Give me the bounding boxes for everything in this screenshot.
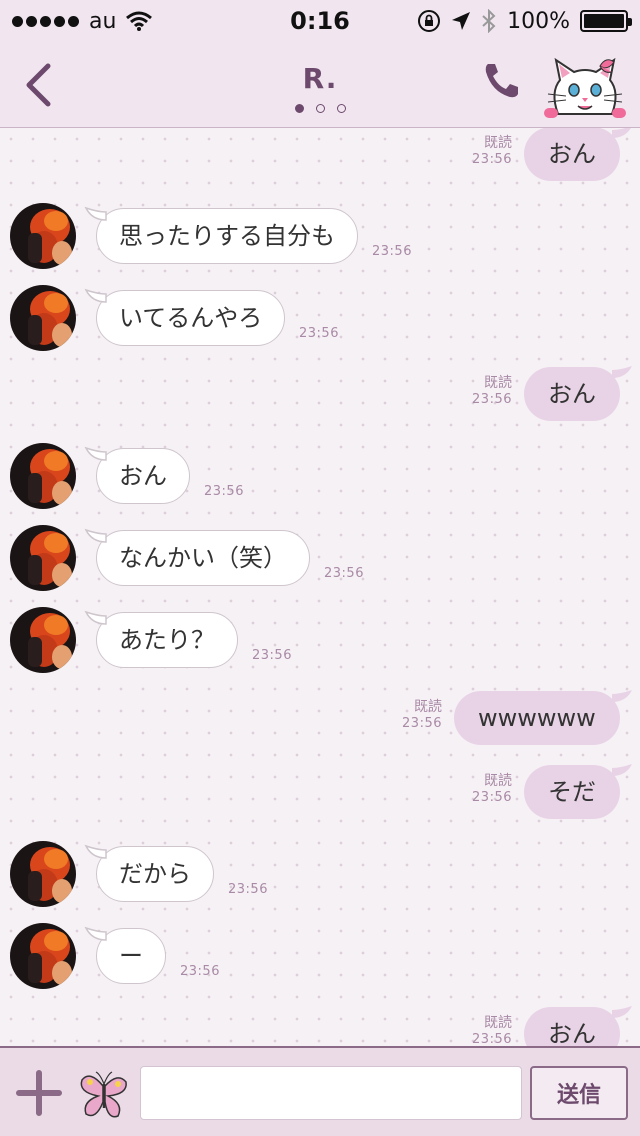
message-time: 23:56 [472,790,512,805]
bubble-tail [612,690,632,702]
bubble-tail [612,366,632,378]
avatar-image [10,841,76,907]
bubble-tail [84,528,107,543]
carrier-label: au [89,8,117,34]
bubble-tail [612,128,631,138]
avatar-image [10,607,76,673]
send-button[interactable]: 送信 [530,1066,628,1120]
avatar-image [10,443,76,509]
page-dot [315,104,325,113]
message-bubble[interactable]: いてるんやろ [96,290,286,346]
bubble-tail [612,764,632,776]
message-bubble[interactable]: そだ [524,765,620,819]
page-dot [294,104,304,113]
input-bar: 送信 [0,1046,640,1136]
bubble-tail [84,206,107,221]
chat-area[interactable]: おん 既読 23:56 思ったりする自分も 23:56 いてるんやろ 23:56 おん 既読 23… [0,128,640,1046]
chat-header: R. [0,42,640,128]
message-time: 23:56 [252,648,292,663]
message-bubble[interactable]: なんかい（笑） [96,530,310,586]
sticker-button[interactable] [76,1068,130,1122]
contact-avatar[interactable] [10,525,76,591]
avatar-image [10,923,76,989]
wifi-icon [126,11,153,31]
page-dot [336,104,346,113]
status-bar: au 0:16 100% [0,0,640,42]
cat-sticker-icon [544,57,626,118]
read-receipt: 既読 [414,699,442,715]
read-receipt: 既読 [484,135,512,151]
read-receipt: 既読 [484,375,512,391]
message-bubble[interactable]: おん [524,367,620,421]
contact-avatar[interactable] [10,841,76,907]
location-icon [452,12,471,30]
bubble-tail [84,844,107,859]
contact-avatar[interactable] [10,203,76,269]
bubble-tail [84,926,107,941]
message-time: 23:56 [204,484,244,499]
message-time: 23:56 [402,716,442,731]
message-bubble[interactable]: 思ったりする自分も [96,208,358,264]
message-time: 23:56 [180,964,220,979]
message-time: 23:56 [472,152,512,167]
message-input[interactable] [140,1066,522,1120]
message-bubble[interactable]: wwwwww [454,691,620,745]
battery-icon [580,10,632,32]
cat-sticker-button[interactable] [540,52,630,120]
bubble-tail [84,446,107,461]
read-receipt: 既読 [484,1015,512,1031]
message-bubble[interactable]: おん [524,128,620,181]
contact-avatar[interactable] [10,443,76,509]
plus-icon [16,1070,62,1116]
battery-percent: 100% [507,8,570,34]
bubble-tail [84,610,107,625]
message-time: 23:56 [372,244,412,259]
contact-avatar[interactable] [10,285,76,351]
phone-icon [485,64,518,98]
status-right: 100% [417,8,632,34]
bluetooth-icon [482,9,496,33]
avatar-image [10,525,76,591]
bubble-tail [84,288,107,303]
avatar-image [10,203,76,269]
message-time: 23:56 [228,882,268,897]
call-button[interactable] [480,60,522,102]
message-time: 23:56 [324,566,364,581]
message-time: 23:56 [472,1032,512,1046]
bubble-tail [612,1006,632,1018]
read-receipt: 既読 [484,773,512,789]
rotation-lock-icon [418,10,441,32]
message-bubble[interactable]: だから [96,846,214,902]
message-time: 23:56 [472,392,512,407]
butterfly-icon [80,1071,127,1118]
message-bubble[interactable]: おん [96,448,190,504]
contact-avatar[interactable] [10,607,76,673]
status-left: au [12,8,153,34]
message-time: 23:56 [299,326,339,341]
signal-icon [12,15,79,27]
avatar-image [10,285,76,351]
message-bubble[interactable]: おん [524,1007,620,1046]
contact-avatar[interactable] [10,923,76,989]
plus-button[interactable] [16,1070,62,1116]
message-bubble[interactable]: あたり？ [96,612,238,668]
